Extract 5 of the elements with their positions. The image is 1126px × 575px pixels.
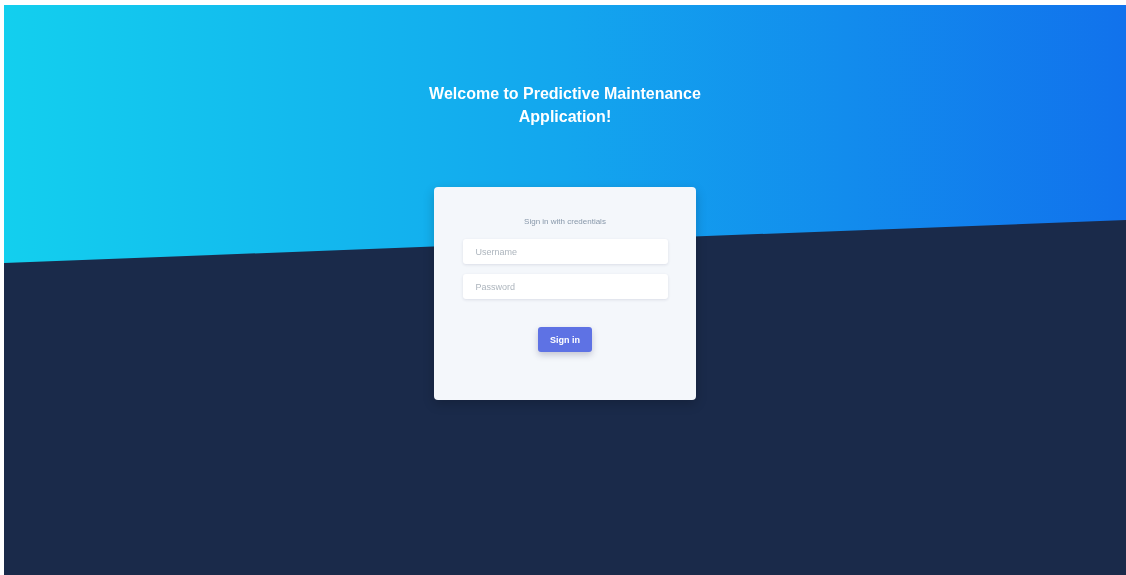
- username-field[interactable]: Username: [462, 239, 668, 264]
- welcome-title: Welcome to Predictive Maintenance Application!: [428, 84, 702, 127]
- card-subtitle: Sign in with credentials: [524, 217, 606, 226]
- password-field[interactable]: Password: [462, 274, 668, 299]
- sign-in-button[interactable]: Sign in: [538, 327, 592, 352]
